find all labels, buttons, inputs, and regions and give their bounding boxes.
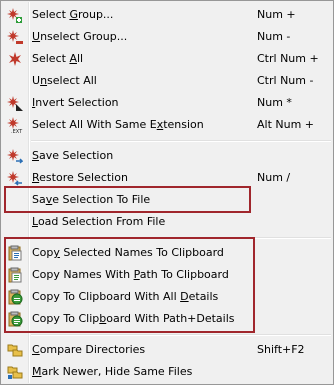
menu-item-select-all[interactable]: Select All Ctrl Num +	[3, 48, 333, 70]
select-extension-icon: .EXT	[7, 117, 23, 133]
menu-item-label: Copy To Clipboard With All Details	[32, 290, 219, 303]
menu-item-unselect-group[interactable]: Unselect Group... Num -	[3, 26, 333, 48]
restore-selection-icon	[7, 170, 23, 186]
menu-item-shortcut: Num +	[257, 8, 296, 21]
menu-item-restore-selection[interactable]: Restore Selection Num /	[3, 167, 333, 189]
menu-item-label: Save Selection To File	[32, 193, 151, 206]
menu-item-shortcut: Ctrl Num -	[257, 74, 314, 87]
menu-item-label: Unselect Group...	[32, 30, 128, 43]
invert-selection-icon	[7, 95, 23, 111]
menu-item-select-group[interactable]: Select Group... Num +	[3, 4, 333, 26]
menu-item-save-selection-to-file[interactable]: Save Selection To File	[3, 189, 333, 211]
menu-item-label: Restore Selection	[32, 171, 128, 184]
menu-item-label: Select Group...	[32, 8, 114, 21]
save-selection-icon	[7, 148, 23, 164]
svg-text:.EXT: .EXT	[11, 129, 23, 133]
menu-item-shortcut: Shift+F2	[257, 343, 305, 356]
menu-item-label: Save Selection	[32, 149, 114, 162]
select-group-icon	[7, 7, 23, 23]
menu-item-compare-directories[interactable]: Compare Directories Shift+F2	[3, 339, 333, 361]
menu-item-shortcut: Ctrl Num +	[257, 52, 319, 65]
menu-item-invert-selection[interactable]: Invert Selection Num *	[3, 92, 333, 114]
menu-item-select-same-extension[interactable]: .EXT Select All With Same Extension Alt …	[3, 114, 333, 136]
select-all-icon	[7, 51, 23, 67]
menu-separator	[31, 237, 331, 239]
unselect-group-icon	[7, 29, 23, 45]
menu-item-unselect-all[interactable]: Unselect All Ctrl Num -	[3, 70, 333, 92]
copy-path-icon	[7, 267, 23, 283]
menu-item-label: Load Selection From File	[32, 215, 166, 228]
compare-directories-icon	[7, 342, 23, 358]
menu-item-shortcut: Num *	[257, 96, 292, 109]
copy-path-details-icon	[7, 311, 23, 327]
context-menu: Select Group... Num + Unselect Group... …	[0, 0, 334, 385]
menu-separator	[31, 140, 331, 142]
menu-item-shortcut: Alt Num +	[257, 118, 315, 131]
menu-item-copy-names-with-path[interactable]: Copy Names With Path To Clipboard	[3, 264, 333, 286]
menu-item-label: Invert Selection	[32, 96, 119, 109]
menu-item-label: Unselect All	[32, 74, 97, 87]
copy-details-icon	[7, 289, 23, 305]
menu-item-label: Copy Names With Path To Clipboard	[32, 268, 229, 281]
menu-item-label: Select All	[32, 52, 84, 65]
menu-item-label: Select All With Same Extension	[32, 118, 204, 131]
menu-item-shortcut: Num /	[257, 171, 291, 184]
copy-names-icon	[7, 245, 23, 261]
menu-separator	[31, 334, 331, 336]
menu-item-mark-newer[interactable]: Mark Newer, Hide Same Files	[3, 361, 333, 383]
menu-item-label: Copy To Clipboard With Path+Details	[32, 312, 235, 325]
menu-item-copy-selected-names[interactable]: Copy Selected Names To Clipboard	[3, 242, 333, 264]
menu-item-label: Compare Directories	[32, 343, 146, 356]
menu-item-load-selection-from-file[interactable]: Load Selection From File	[3, 211, 333, 233]
menu-item-label: Mark Newer, Hide Same Files	[32, 365, 193, 378]
menu-item-copy-path-details[interactable]: Copy To Clipboard With Path+Details	[3, 308, 333, 330]
menu-item-copy-all-details[interactable]: Copy To Clipboard With All Details	[3, 286, 333, 308]
mark-newer-icon	[7, 364, 23, 380]
menu-item-shortcut: Num -	[257, 30, 291, 43]
menu-item-label: Copy Selected Names To Clipboard	[32, 246, 224, 259]
menu-item-save-selection[interactable]: Save Selection	[3, 145, 333, 167]
